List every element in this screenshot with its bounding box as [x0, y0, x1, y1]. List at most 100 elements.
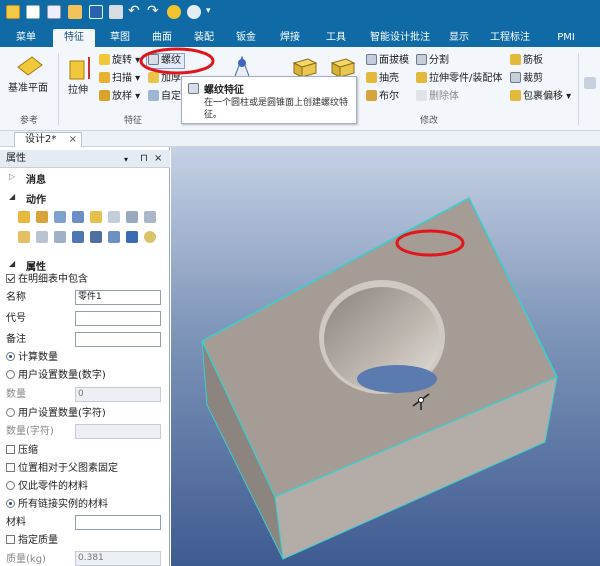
action-icon-3[interactable] [54, 211, 66, 223]
compress-check[interactable] [6, 445, 15, 454]
save-icon[interactable] [89, 5, 103, 19]
part-model[interactable] [171, 147, 600, 566]
action-icon-9[interactable] [18, 231, 30, 243]
user-qty-str-radio[interactable]: 用户设置数量(字符) [6, 407, 106, 421]
panel-menu-icon[interactable]: ▾ [124, 151, 128, 168]
new-file-icon[interactable] [26, 5, 40, 19]
collapse-props-icon[interactable]: ◢ [9, 259, 15, 268]
open-folder-icon[interactable] [68, 5, 82, 19]
fix-pos-checkbox[interactable]: 位置相对于父图素固定 [6, 462, 118, 476]
action-icon-12[interactable] [72, 231, 84, 243]
face-draft-icon [366, 54, 377, 65]
ribbon-more-icon[interactable] [584, 77, 596, 89]
search-icon[interactable] [144, 231, 156, 243]
app-logo-icon[interactable] [6, 5, 20, 19]
pin-icon[interactable]: ⊓ [140, 150, 148, 167]
name-field[interactable]: 零件1 [75, 290, 161, 305]
tab-engineering-annotation[interactable]: 工程标注 [482, 29, 538, 47]
custom-label: 自定 [161, 91, 181, 102]
action-icon-13[interactable] [90, 231, 102, 243]
calc-qty-radio[interactable]: 计算数量 [6, 351, 58, 365]
3d-viewport[interactable] [171, 147, 600, 566]
action-icon-4[interactable] [72, 211, 84, 223]
action-icon-11[interactable] [54, 231, 66, 243]
tab-assembly[interactable]: 装配 [186, 29, 222, 47]
face-draft-label: 面拔模 [379, 55, 409, 66]
wrap-offset-button[interactable]: 包裹偏移 ▾ [510, 90, 571, 104]
tab-menu[interactable]: 菜单 [8, 29, 44, 47]
user-qty-num-radio[interactable]: 用户设置数量(数字) [6, 369, 106, 383]
print-icon[interactable] [109, 5, 123, 19]
collapse-action-icon[interactable]: ◢ [9, 192, 15, 201]
quick-access-toolbar: ↶ ↷ ▾ [0, 0, 600, 27]
action-icon-8[interactable] [144, 211, 156, 223]
split-button[interactable]: 分割 [416, 54, 449, 68]
document-tab[interactable]: 设计2* × [14, 132, 82, 147]
tab-surface[interactable]: 曲面 [144, 29, 180, 47]
customize-dropdown-icon[interactable]: ▾ [206, 6, 211, 16]
sweep-button[interactable]: 扫描 ▾ [99, 72, 140, 86]
action-icon-2[interactable] [36, 211, 48, 223]
custom-button[interactable]: 自定 [148, 90, 181, 104]
tab-weld[interactable]: 焊接 [272, 29, 308, 47]
qty-str-label: 数量(字符) [6, 426, 54, 437]
props-section[interactable]: 属性 [26, 258, 46, 273]
trim-icon [510, 72, 521, 83]
undo-icon[interactable]: ↶ [128, 3, 140, 19]
extrude-button[interactable]: 拉伸 [68, 84, 88, 98]
action-icon-7[interactable] [126, 211, 138, 223]
material-field[interactable] [75, 515, 161, 530]
compress-checkbox[interactable]: 压缩 [6, 444, 38, 458]
tab-sheet-metal[interactable]: 钣金 [228, 29, 264, 47]
tab-smart-design[interactable]: 智能设计批注 [362, 29, 438, 47]
this-part-mat-radio-dot[interactable] [6, 481, 15, 490]
calc-qty-radio-dot[interactable] [6, 352, 15, 361]
tab-sketch[interactable]: 草图 [102, 29, 138, 47]
action-section[interactable]: 动作 [26, 191, 46, 206]
spec-mass-checkbox[interactable]: 指定质量 [6, 534, 58, 548]
mass-field: 0.381 [75, 551, 161, 566]
user-qty-num-radio-dot[interactable] [6, 370, 15, 379]
pull-assembly-button[interactable]: 拉伸零件/装配体 [416, 72, 502, 86]
fix-pos-check[interactable] [6, 463, 15, 472]
include-bom-checkbox[interactable]: 在明细表中包含 [6, 273, 88, 287]
revolve-button[interactable]: 旋转 ▾ [99, 54, 140, 68]
settings-icon[interactable] [167, 5, 181, 19]
tab-feature[interactable]: 特征 [53, 29, 95, 47]
help-icon[interactable] [187, 5, 201, 19]
loft-button[interactable]: 放样 ▾ [99, 90, 140, 104]
tab-pmi[interactable]: PMI [552, 29, 580, 47]
include-bom-check[interactable] [6, 274, 15, 283]
loft-label: 放样 [112, 91, 132, 102]
message-section[interactable]: 消息 [26, 171, 46, 186]
code-field[interactable] [75, 311, 161, 326]
datum-plane-button[interactable]: 基准平面 [8, 82, 48, 96]
action-icon-15[interactable] [126, 231, 138, 243]
note-field[interactable] [75, 332, 161, 347]
action-icon-5[interactable] [90, 211, 102, 223]
boolean-button[interactable]: 布尔 [366, 90, 399, 104]
all-link-mat-radio-dot[interactable] [6, 499, 15, 508]
action-icon-10[interactable] [36, 231, 48, 243]
modify-group-label: 修改 [420, 116, 439, 126]
rib-button[interactable]: 筋板 [510, 54, 543, 68]
new-icon[interactable] [47, 5, 61, 19]
extrude-icon [69, 57, 90, 80]
shell-button[interactable]: 抽壳 [366, 72, 399, 86]
pull-assembly-label: 拉伸零件/装配体 [429, 73, 503, 84]
close-icon[interactable]: × [69, 133, 77, 147]
action-icon-6[interactable] [108, 211, 120, 223]
spec-mass-check[interactable] [6, 535, 15, 544]
trim-button[interactable]: 裁剪 [510, 72, 543, 86]
expand-message-icon[interactable]: ▷ [9, 172, 15, 181]
all-link-mat-radio[interactable]: 所有链接实例的材料 [6, 498, 108, 512]
redo-icon[interactable]: ↷ [147, 3, 159, 19]
tab-tools[interactable]: 工具 [318, 29, 354, 47]
user-qty-str-radio-dot[interactable] [6, 408, 15, 417]
action-icon-1[interactable] [18, 211, 30, 223]
this-part-mat-radio[interactable]: 仅此零件的材料 [6, 480, 88, 494]
tab-display[interactable]: 显示 [444, 29, 474, 47]
close-panel-icon[interactable]: × [154, 150, 162, 167]
face-draft-button[interactable]: 面拔模 [366, 54, 409, 68]
action-icon-14[interactable] [108, 231, 120, 243]
